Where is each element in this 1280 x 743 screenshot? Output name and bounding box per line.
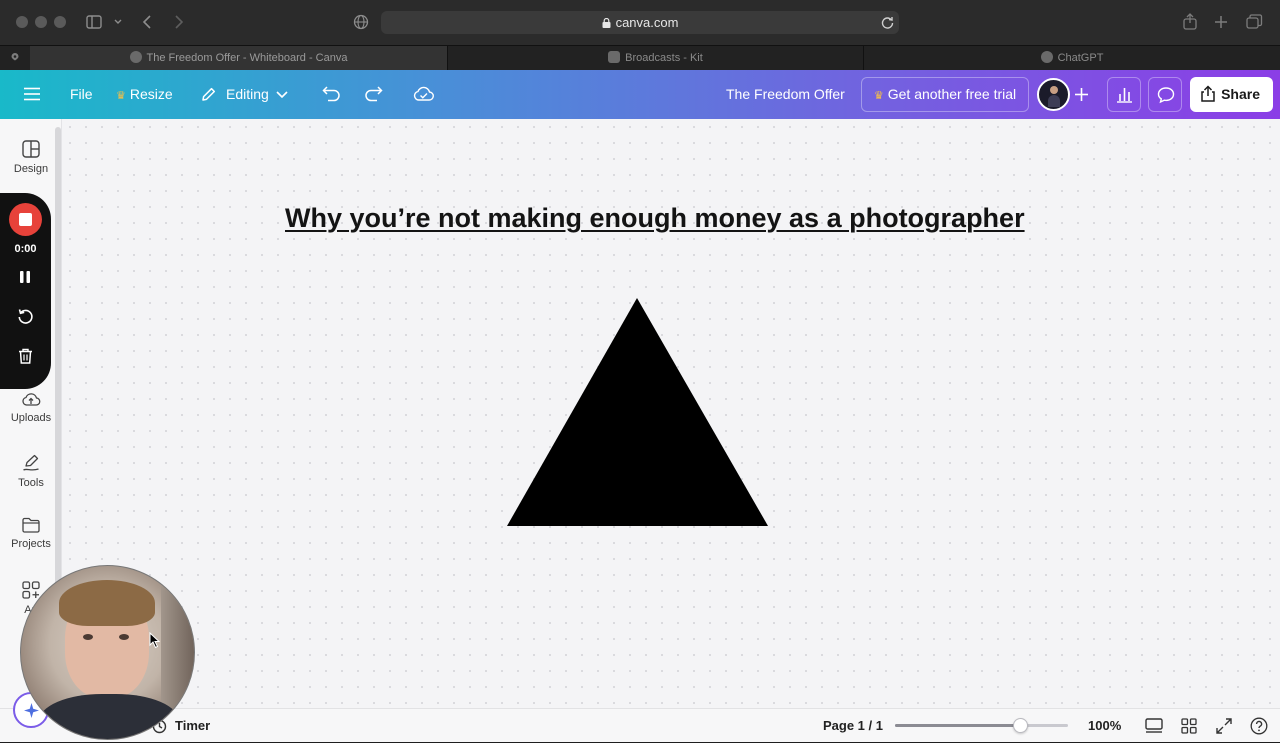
zoom-slider-handle[interactable] — [1012, 718, 1028, 733]
editor-header: File ♛ Resize Editing The Freedom Offer ♛… — [0, 70, 1280, 119]
triangle-shape[interactable] — [505, 296, 770, 528]
stop-recording-button[interactable] — [9, 203, 42, 236]
trash-icon[interactable] — [18, 348, 33, 364]
privacy-globe-icon[interactable] — [353, 14, 369, 30]
minimize-window-button[interactable] — [35, 16, 47, 28]
page-indicator[interactable]: Page 1 / 1 — [823, 709, 883, 743]
apps-icon — [22, 581, 40, 599]
redo-icon[interactable] — [363, 85, 383, 103]
tab-title: Broadcasts - Kit — [625, 52, 703, 64]
recording-time: 0:00 — [14, 243, 37, 255]
tab-title: ChatGPT — [1057, 52, 1104, 64]
crown-icon: ♛ — [873, 90, 884, 102]
pin-icon — [11, 53, 19, 64]
comment-icon — [1157, 87, 1175, 104]
canva-favicon-icon — [129, 51, 142, 63]
share-page-icon[interactable] — [1182, 13, 1198, 30]
resize-button[interactable]: ♛ Resize — [116, 70, 173, 121]
zoom-level[interactable]: 100% — [1088, 709, 1121, 743]
bar-chart-icon — [1117, 88, 1132, 103]
sidebar-item-label: Projects — [11, 538, 51, 550]
chatgpt-favicon-icon — [1040, 51, 1053, 63]
forward-arrow-icon[interactable] — [174, 14, 184, 30]
tab-broadcasts[interactable]: Broadcasts - Kit — [448, 46, 864, 71]
cloud-upload-icon — [22, 393, 41, 406]
mouse-cursor-icon — [149, 632, 160, 649]
new-tab-icon[interactable] — [1214, 15, 1228, 29]
tab-chatgpt[interactable]: ChatGPT — [864, 46, 1280, 71]
tab-overview-icon[interactable] — [1246, 14, 1263, 30]
tab-title: The Freedom Offer - Whiteboard - Canva — [146, 52, 348, 64]
grid-view-icon[interactable] — [1181, 718, 1197, 734]
chevron-down-icon[interactable] — [114, 19, 122, 25]
webcam-overlay[interactable] — [20, 565, 195, 740]
avatar[interactable] — [1037, 78, 1070, 111]
folder-icon — [22, 517, 40, 533]
sidebar-item-design[interactable]: Design — [0, 140, 62, 175]
tab-strip: The Freedom Offer - Whiteboard - Canva B… — [0, 45, 1280, 71]
zoom-window-button[interactable] — [54, 16, 66, 28]
file-menu[interactable]: File — [70, 70, 93, 119]
editing-mode-dropdown[interactable]: Editing — [226, 70, 269, 119]
reload-icon[interactable] — [881, 16, 894, 29]
fullscreen-icon[interactable] — [1216, 718, 1232, 734]
comments-button[interactable] — [1148, 77, 1182, 112]
add-collaborator-icon[interactable] — [1075, 88, 1088, 101]
crown-icon: ♛ — [116, 90, 126, 102]
sidebar-item-projects[interactable]: Projects — [0, 517, 62, 550]
undo-icon[interactable] — [322, 85, 342, 103]
resize-label: Resize — [129, 86, 173, 102]
sidebar-item-label: Uploads — [10, 412, 52, 424]
sidebar-item-tools[interactable]: Tools — [0, 454, 62, 489]
url-text: canva.com — [615, 15, 679, 30]
help-icon[interactable] — [1250, 717, 1268, 735]
zoom-slider[interactable] — [895, 718, 1068, 733]
canvas-heading[interactable]: Why you’re not making enough money as a … — [285, 203, 1025, 234]
menu-icon[interactable] — [24, 87, 40, 101]
browser-toolbar: canva.com — [0, 0, 1280, 45]
insights-button[interactable] — [1107, 77, 1141, 112]
tab-canva[interactable]: The Freedom Offer - Whiteboard - Canva — [30, 46, 448, 71]
sidebar-item-label: Tools — [18, 477, 44, 489]
pause-icon[interactable] — [19, 270, 31, 284]
lock-icon — [602, 18, 611, 28]
sidebar-item-uploads[interactable]: Uploads — [0, 391, 62, 424]
free-trial-button[interactable]: ♛ Get another free trial — [861, 77, 1029, 112]
restart-icon[interactable] — [17, 308, 34, 325]
free-trial-label: Get another free trial — [887, 86, 1017, 102]
recorder-widget: 0:00 — [0, 193, 51, 389]
notes-icon[interactable] — [1145, 718, 1163, 735]
layout-icon — [22, 140, 40, 158]
sidebar-item-label: Design — [13, 163, 49, 175]
share-label: Share — [1221, 86, 1260, 102]
pen-icon — [23, 454, 39, 471]
share-button[interactable]: Share — [1190, 77, 1273, 112]
kit-favicon-icon — [608, 51, 621, 63]
cloud-saved-icon[interactable] — [413, 86, 434, 102]
back-arrow-icon[interactable] — [142, 14, 152, 30]
address-bar[interactable]: canva.com — [381, 11, 899, 34]
pencil-icon — [202, 87, 216, 101]
document-name[interactable]: The Freedom Offer — [726, 70, 845, 119]
chevron-down-icon[interactable] — [276, 91, 288, 99]
close-window-button[interactable] — [16, 16, 28, 28]
sidebar-toggle-icon[interactable] — [86, 15, 102, 29]
upload-share-icon — [1201, 85, 1215, 102]
